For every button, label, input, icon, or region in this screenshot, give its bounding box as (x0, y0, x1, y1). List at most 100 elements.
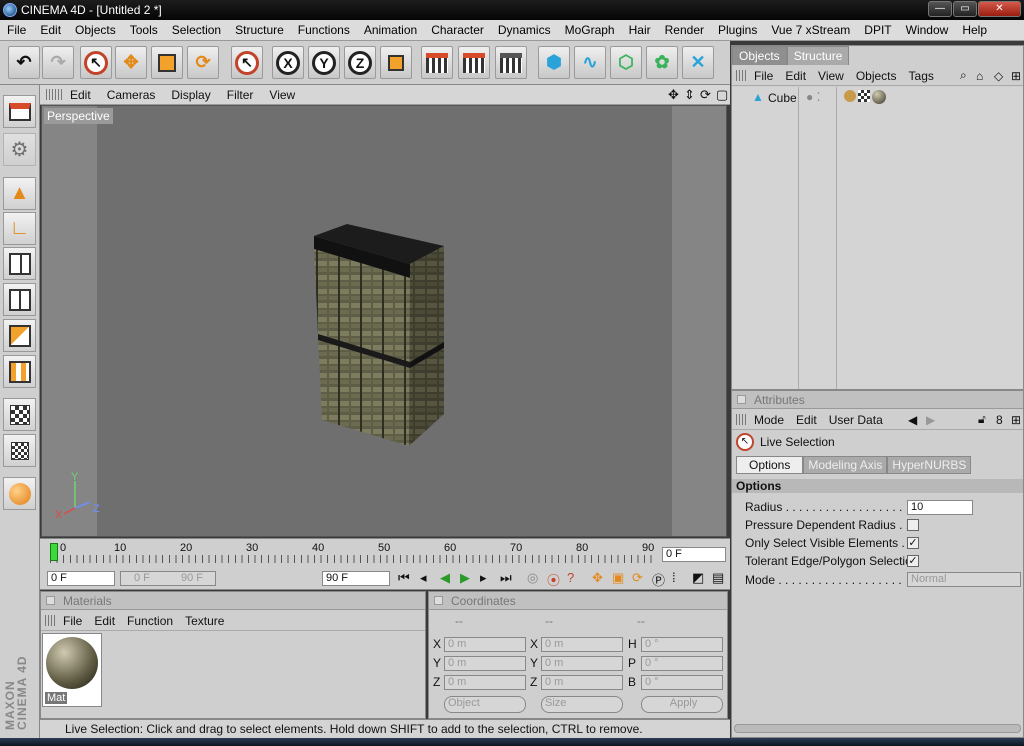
texture-axis-button[interactable] (3, 434, 36, 467)
add-cube-button[interactable]: ⬢ (538, 46, 570, 79)
visible-only-checkbox[interactable]: ✓ (907, 537, 919, 549)
menu-objects[interactable]: Objects (68, 23, 123, 37)
size-y-field[interactable]: 0 m (541, 656, 623, 671)
key-points-icon[interactable]: ⁞ (672, 570, 676, 585)
rotation-p-field[interactable]: 0 ° (641, 656, 723, 671)
viewport-menu-view[interactable]: View (261, 88, 303, 102)
objects-menu-objects[interactable]: Objects (850, 69, 903, 83)
minimize-button[interactable]: — (928, 1, 952, 17)
list-item[interactable]: ▲ Cube ● ⁚ (732, 90, 1023, 106)
home-icon[interactable]: ⌂ (970, 69, 989, 83)
menu-structure[interactable]: Structure (228, 23, 291, 37)
autokey-icon[interactable]: ◩ (692, 570, 704, 586)
panel-checkbox[interactable] (46, 596, 55, 605)
material-tag-icon[interactable] (872, 90, 886, 104)
y-axis-button[interactable]: Y (308, 46, 340, 79)
add-panel-icon[interactable]: ⊞ (1005, 69, 1024, 83)
perspective-viewport[interactable]: Perspective Y Z X (41, 105, 727, 537)
timeline-ruler[interactable]: 0 10 20 30 40 50 60 70 80 90 0 F (40, 538, 730, 568)
menu-plugins[interactable]: Plugins (711, 23, 764, 37)
attributes-menu-userdata[interactable]: User Data (823, 413, 889, 427)
menu-tools[interactable]: Tools (123, 23, 165, 37)
panel-checkbox[interactable] (737, 395, 746, 404)
menu-render[interactable]: Render (658, 23, 711, 37)
tab-modeling-axis[interactable]: Modeling Axis (803, 456, 888, 474)
viewport-layout-button[interactable] (3, 95, 36, 128)
coord-mode-select[interactable]: Object (444, 696, 526, 713)
viewport-menu-edit[interactable]: Edit (62, 88, 99, 102)
scale-button[interactable] (151, 46, 183, 79)
menu-dpit[interactable]: DPIT (857, 23, 898, 37)
edges-mode-button[interactable] (3, 283, 36, 316)
menu-dynamics[interactable]: Dynamics (491, 23, 558, 37)
maximize-button[interactable]: ▭ (953, 1, 977, 17)
redo-button[interactable]: ↷ (42, 46, 74, 79)
render-settings-button[interactable] (495, 46, 527, 79)
tab-hypernurbs[interactable]: HyperNURBS (887, 456, 972, 474)
phong-tag-icon[interactable] (844, 90, 856, 102)
tab-options[interactable]: Options (736, 456, 804, 474)
help-icon[interactable]: ? (567, 570, 574, 585)
viewport-menu-filter[interactable]: Filter (219, 88, 262, 102)
play-backwards-icon[interactable]: ◀ (440, 570, 450, 586)
timeline-playhead[interactable] (50, 543, 58, 561)
apply-button[interactable]: Apply (641, 696, 723, 713)
visibility-dots-icon[interactable]: ● ⁚ (806, 90, 820, 104)
horizontal-scrollbar[interactable] (734, 724, 1021, 733)
record-active-icon[interactable]: ⦿ (547, 570, 560, 589)
prev-frame-icon[interactable]: ◂ (420, 570, 427, 586)
tab-objects[interactable]: Objects (732, 46, 787, 65)
object-axis-button[interactable]: ∟ (3, 212, 36, 245)
materials-menu-edit[interactable]: Edit (88, 614, 121, 628)
menu-selection[interactable]: Selection (165, 23, 228, 37)
goto-start-icon[interactable]: ⏮ (398, 570, 410, 586)
next-frame-icon[interactable]: ▸ (480, 570, 487, 586)
key-rotation-icon[interactable]: ⟳ (632, 570, 643, 586)
add-deformer-button[interactable]: ✕ (682, 46, 714, 79)
materials-menu-function[interactable]: Function (121, 614, 179, 628)
sculpt-button[interactable]: ⚙ (3, 133, 36, 166)
close-button[interactable]: ✕ (978, 1, 1021, 17)
menu-edit[interactable]: Edit (33, 23, 68, 37)
coordinate-system-button[interactable] (380, 46, 412, 79)
polygons-mode-button[interactable] (3, 319, 36, 352)
rotation-b-field[interactable]: 0 ° (641, 675, 723, 690)
object-mode-button[interactable]: ▲ (3, 177, 36, 210)
menu-animation[interactable]: Animation (357, 23, 424, 37)
mode-select[interactable]: Normal (907, 572, 1021, 587)
last-tool-button[interactable]: ↖ (231, 46, 263, 79)
menu-hair[interactable]: Hair (622, 23, 658, 37)
add-array-button[interactable]: ✿ (646, 46, 678, 79)
key-position-icon[interactable]: ✥ (592, 570, 603, 586)
goto-end-icon[interactable]: ⏭ (500, 570, 512, 586)
pressure-checkbox[interactable] (907, 519, 919, 531)
render-view-button[interactable] (421, 46, 453, 79)
record-icon[interactable]: ◎ (527, 570, 538, 586)
points-mode-button[interactable] (3, 247, 36, 280)
start-frame-field[interactable]: 0 F (47, 571, 115, 586)
tolerant-checkbox[interactable]: ✓ (907, 555, 919, 567)
texture-mode-button[interactable] (3, 398, 36, 431)
current-frame-field[interactable]: 0 F (662, 547, 726, 562)
materials-menu-texture[interactable]: Texture (179, 614, 230, 628)
add-panel-icon[interactable]: ⊞ (1005, 413, 1024, 427)
coord-size-select[interactable]: Size (541, 696, 623, 713)
material-swatch[interactable]: Mat (42, 633, 102, 707)
menu-character[interactable]: Character (424, 23, 491, 37)
menu-help[interactable]: Help (955, 23, 994, 37)
size-z-field[interactable]: 0 m (541, 675, 623, 690)
objects-menu-view[interactable]: View (812, 69, 850, 83)
end-frame-field[interactable]: 90 F (322, 571, 390, 586)
undo-button[interactable]: ↶ (8, 46, 40, 79)
tab-structure[interactable]: Structure (786, 46, 850, 65)
position-z-field[interactable]: 0 m (444, 675, 526, 690)
lock-icon[interactable]: 🔓︎ (972, 412, 992, 427)
menu-functions[interactable]: Functions (291, 23, 357, 37)
key-param-icon[interactable]: Ⓟ (652, 570, 665, 589)
rotation-h-field[interactable]: 0 ° (641, 637, 723, 652)
menu-vue[interactable]: Vue 7 xStream (764, 23, 857, 37)
radius-field[interactable]: 10 (907, 500, 973, 515)
uvw-tag-icon[interactable] (858, 90, 870, 102)
live-selection-button[interactable]: ↖ (80, 46, 112, 79)
menu-window[interactable]: Window (899, 23, 956, 37)
